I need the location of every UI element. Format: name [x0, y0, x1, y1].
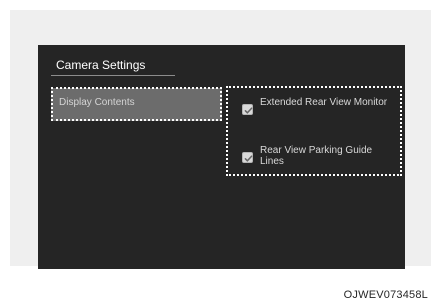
- option-label: Extended Rear View Monitor: [260, 97, 388, 108]
- figure-code: OJWEV073458L: [343, 289, 428, 301]
- checkmark-icon: [244, 155, 253, 162]
- rear-view-parking-guide-lines-option[interactable]: Rear View Parking Guide Lines: [242, 145, 392, 169]
- checkmark-icon: [244, 107, 253, 114]
- extended-rear-view-monitor-option[interactable]: Extended Rear View Monitor: [242, 97, 392, 121]
- page-title: Camera Settings: [56, 58, 146, 72]
- checkbox-checked-icon[interactable]: [242, 104, 253, 115]
- option-label: Rear View Parking Guide Lines: [260, 145, 373, 167]
- sidebar-item-label: Display Contents: [59, 97, 135, 108]
- checkbox-checked-icon[interactable]: [242, 152, 253, 163]
- title-underline: [51, 75, 175, 76]
- sidebar-item-display-contents[interactable]: Display Contents: [51, 88, 222, 121]
